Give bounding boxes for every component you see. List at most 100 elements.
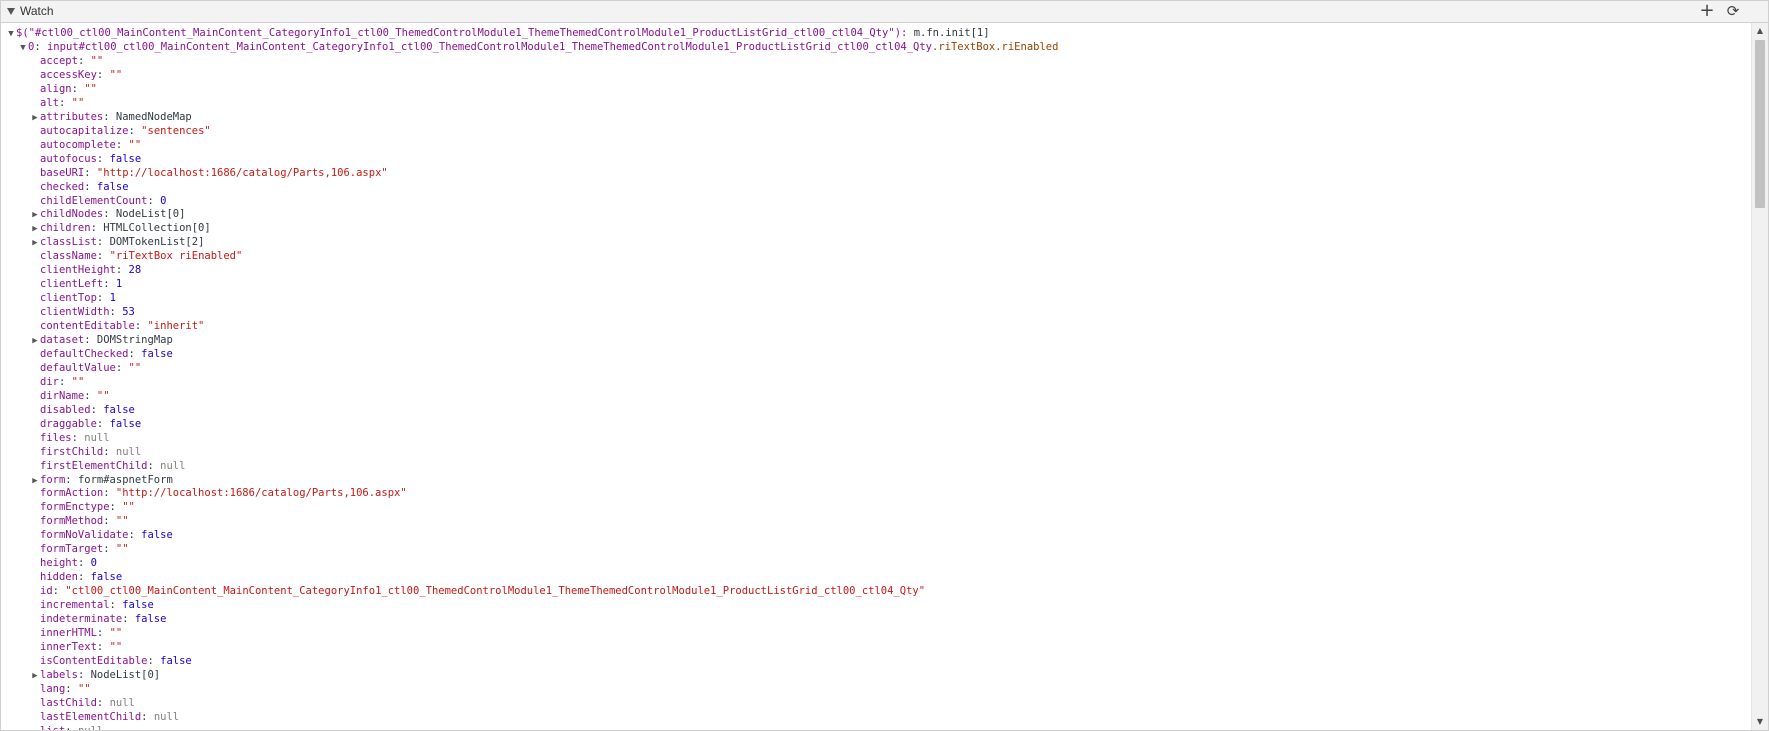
property-separator: : — [115, 264, 129, 277]
property-row[interactable]: children: HTMLCollection[0] — [30, 221, 211, 235]
expand-arrow-icon[interactable] — [30, 669, 40, 683]
property-row: dirName: "" — [30, 389, 110, 403]
scroll-up-arrow-icon[interactable]: ▲ — [1752, 23, 1768, 39]
expand-arrow-icon[interactable] — [6, 27, 16, 41]
add-expression-button[interactable]: + — [1698, 2, 1716, 20]
property-row: formNoValidate: false — [30, 528, 173, 542]
expand-arrow-icon[interactable] — [30, 222, 40, 236]
property-value: false — [141, 347, 173, 360]
expand-arrow-icon[interactable] — [30, 334, 40, 348]
property-row: formMethod: "" — [30, 514, 129, 528]
property-key: formAction — [40, 487, 104, 500]
property-row[interactable]: labels: NodeList[0] — [30, 668, 160, 682]
property-value: false — [90, 571, 123, 584]
property-separator: : — [52, 585, 66, 598]
property-row: autofocus: false — [30, 152, 141, 166]
refresh-button[interactable]: ⟳ — [1724, 2, 1742, 20]
property-row: firstElementChild: null — [30, 459, 185, 473]
property-separator: : — [77, 571, 91, 584]
collapse-triangle-icon[interactable] — [7, 8, 15, 15]
property-key: defaultChecked — [40, 347, 129, 360]
expand-arrow-icon[interactable] — [30, 111, 40, 125]
scrollbar-thumb[interactable] — [1755, 40, 1765, 208]
property-value: "http://localhost:1686/catalog/Parts,106… — [115, 487, 407, 500]
watch-title: Watch — [20, 4, 54, 18]
property-value: "" — [84, 82, 97, 95]
property-key: autofocus — [40, 152, 97, 165]
property-key: lastChild — [40, 696, 97, 709]
property-key: formTarget — [40, 543, 104, 556]
property-value: "" — [128, 138, 142, 151]
property-row: formAction: "http://localhost:1686/catal… — [30, 486, 407, 500]
expand-arrow-icon[interactable] — [18, 41, 28, 55]
property-value: false — [160, 654, 192, 667]
property-key: defaultValue — [40, 361, 116, 374]
property-key: children — [40, 222, 91, 235]
property-separator: : — [147, 194, 161, 207]
property-separator: : — [96, 236, 110, 249]
property-value: false — [109, 152, 142, 165]
property-row: autocapitalize: "sentences" — [30, 124, 211, 138]
property-separator: : — [109, 599, 123, 612]
watch-header[interactable]: Watch + ⟳ — [1, 1, 1768, 23]
property-separator: : — [90, 403, 104, 416]
property-key: className — [40, 250, 97, 263]
property-value: "" — [71, 96, 85, 109]
property-key: innerText — [40, 640, 97, 653]
expression-prefix: $(" — [16, 27, 35, 39]
property-row: incremental: false — [30, 598, 154, 612]
property-separator: : — [96, 152, 110, 165]
property-separator: : — [84, 389, 97, 402]
property-separator: : — [141, 710, 154, 723]
property-value: "" — [109, 626, 123, 639]
property-separator: : — [96, 626, 110, 639]
expand-arrow-icon[interactable] — [30, 236, 40, 250]
scroll-down-arrow-icon[interactable]: ▼ — [1752, 714, 1768, 730]
root-expression-row[interactable]: $("#ctl00_ctl00_MainContent_MainContent_… — [6, 26, 990, 40]
property-key: clientWidth — [40, 306, 110, 319]
property-value: false — [109, 417, 142, 430]
property-row: accessKey: "" — [30, 68, 122, 82]
item-0-row[interactable]: 0: input#ctl00_ctl00_MainContent_MainCon… — [18, 40, 1058, 54]
expression-selector: #ctl00_ctl00_MainContent_MainContent_Cat… — [34, 27, 889, 39]
property-row[interactable]: attributes: NamedNodeMap — [30, 110, 192, 124]
property-key: alt — [40, 96, 59, 109]
item-class: .riTextBox.riEnabled — [932, 41, 1059, 53]
property-separator: : — [134, 320, 148, 333]
property-separator: : — [115, 138, 129, 151]
property-separator: : — [71, 431, 85, 444]
property-row: defaultChecked: false — [30, 347, 173, 361]
property-row[interactable]: dataset: DOMStringMap — [30, 333, 173, 347]
property-row: disabled: false — [30, 403, 135, 417]
property-separator: : — [96, 696, 110, 709]
property-separator: : — [103, 487, 116, 500]
vertical-scrollbar[interactable]: ▲ ▼ — [1751, 23, 1768, 730]
expand-arrow-icon[interactable] — [30, 474, 40, 488]
expand-arrow-icon[interactable] — [30, 208, 40, 222]
property-separator: : — [90, 222, 104, 235]
property-key: attributes — [40, 110, 104, 123]
property-key: indeterminate — [40, 613, 123, 625]
property-row[interactable]: classList: DOMTokenList[2] — [30, 235, 204, 249]
property-row: defaultValue: "" — [30, 361, 141, 375]
property-separator: : — [103, 110, 116, 123]
property-key: disabled — [40, 403, 91, 416]
property-key: clientLeft — [40, 278, 104, 291]
property-value: "sentences" — [141, 124, 211, 137]
property-row: align: "" — [30, 82, 97, 96]
property-value: 28 — [128, 264, 142, 277]
property-separator: : — [65, 725, 78, 730]
property-separator: : — [103, 515, 116, 528]
property-key: dataset — [40, 334, 85, 346]
item-tag: input#ctl00_ctl00_MainContent_MainConten… — [46, 41, 932, 53]
property-separator: : — [147, 459, 161, 472]
property-row: accept: "" — [30, 54, 103, 68]
property-key: dirName — [40, 389, 85, 402]
property-row[interactable]: form: form#aspnetForm — [30, 473, 173, 487]
property-separator: : — [84, 334, 97, 346]
property-row[interactable]: childNodes: NodeList[0] — [30, 207, 185, 221]
property-separator: : — [58, 96, 72, 109]
property-row: hidden: false — [30, 570, 122, 584]
property-key: formNoValidate — [40, 529, 129, 542]
property-value: 1 — [109, 292, 116, 305]
